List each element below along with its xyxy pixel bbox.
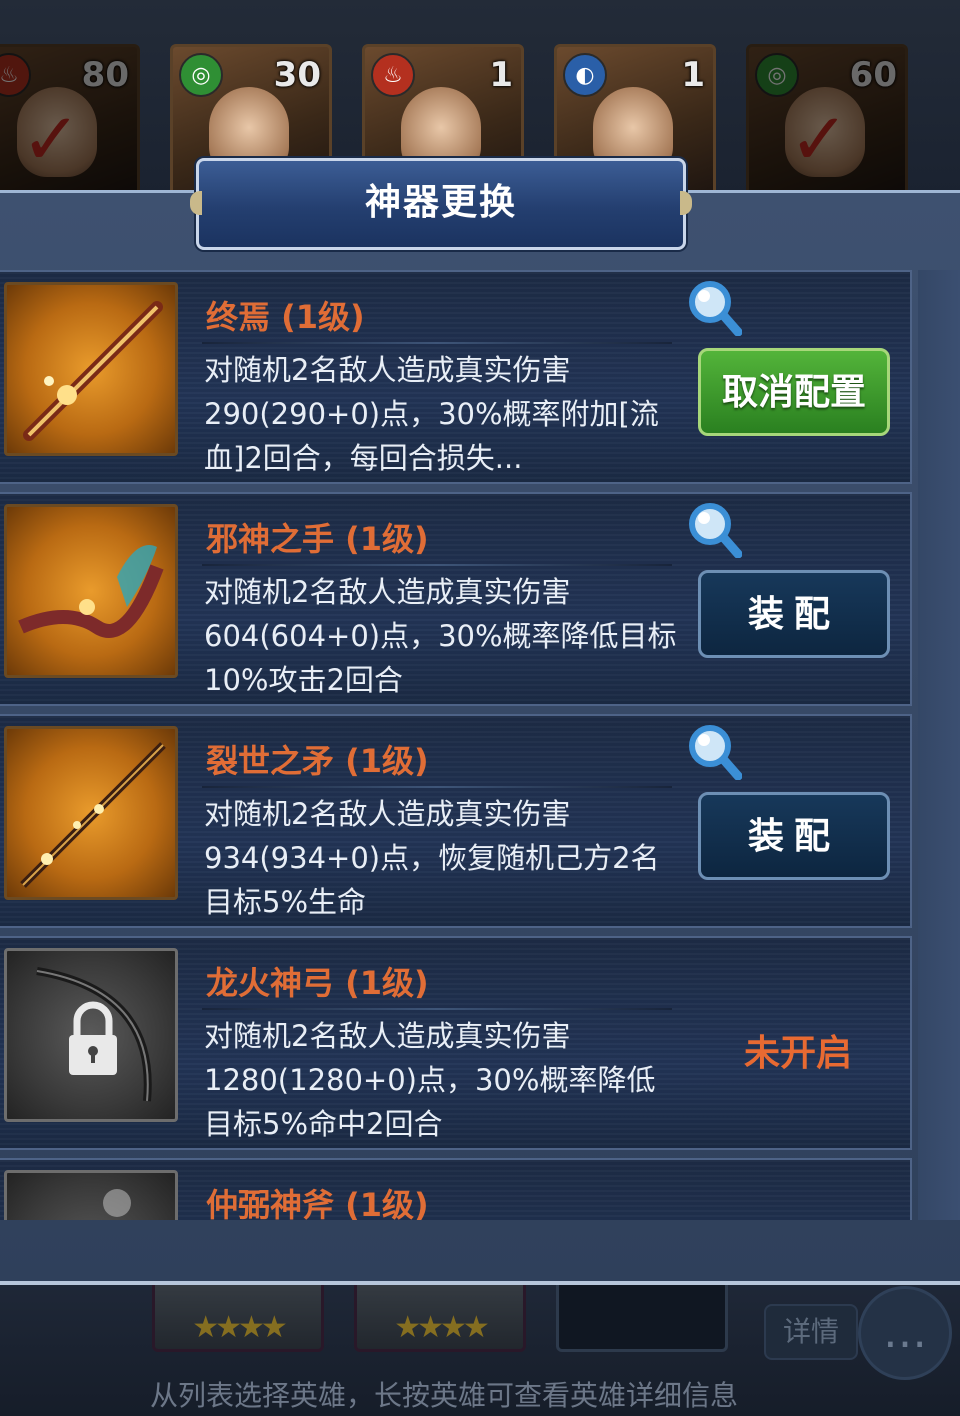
hero-level: 60 xyxy=(849,55,897,95)
divider xyxy=(202,564,672,566)
equip-button[interactable]: 装配 xyxy=(698,570,890,658)
dialog-side-edge xyxy=(918,270,960,1220)
artifact-row[interactable]: 邪神之手 (1级) 对随机2名敌人造成真实伤害604(604+0)点，30%概率降… xyxy=(0,492,912,706)
magnifier-icon[interactable] xyxy=(684,278,742,336)
selected-check-icon: ✓ xyxy=(21,97,82,181)
divider xyxy=(202,786,672,788)
hero-level: 30 xyxy=(273,55,321,95)
bow-icon[interactable] xyxy=(4,948,178,1122)
spear-icon[interactable] xyxy=(4,726,178,900)
artifact-row[interactable]: 裂世之矛 (1级) 对随机2名敌人造成真实伤害934(934+0)点，恢复随机己方… xyxy=(0,714,912,928)
star-rating-icon: ★★★★ xyxy=(394,1310,490,1345)
artifact-list[interactable]: 终焉 (1级) 对随机2名敌人造成真实伤害290(290+0)点，30%概率附加[… xyxy=(0,270,916,1220)
artifact-row[interactable]: 终焉 (1级) 对随机2名敌人造成真实伤害290(290+0)点，30%概率附加[… xyxy=(0,270,912,484)
axe-icon[interactable] xyxy=(4,1170,178,1220)
leaf-icon: ◎ xyxy=(755,53,799,97)
claw-icon[interactable] xyxy=(4,504,178,678)
artifact-name: 裂世之矛 (1级) xyxy=(206,742,429,780)
detail-button[interactable]: 详情 xyxy=(764,1304,858,1360)
hint-text: 从列表选择英雄，长按英雄可查看英雄详细信息 xyxy=(149,1379,738,1412)
flame-icon: ♨ xyxy=(371,53,415,97)
chat-bubble-icon[interactable]: … xyxy=(858,1286,952,1380)
artifact-name: 龙火神弓 (1级) xyxy=(206,964,429,1002)
cancel-config-button[interactable]: 取消配置 xyxy=(698,348,890,436)
artifact-description: 对随机2名敌人造成真实伤害934(934+0)点，恢复随机己方2名目标5%生命 xyxy=(204,797,660,919)
artifact-row[interactable]: 龙火神弓 (1级) 对随机2名敌人造成真实伤害1280(1280+0)点，30%概… xyxy=(0,936,912,1150)
artifact-name: 邪神之手 (1级) xyxy=(206,520,429,558)
flame-icon: ♨ xyxy=(0,53,31,97)
artifact-description: 对随机2名敌人造成真实伤害604(604+0)点，30%概率降低目标10%攻击2… xyxy=(204,575,677,697)
divider xyxy=(202,342,672,344)
artifact-row[interactable]: 仲弼神斧 (1级) xyxy=(0,1158,912,1220)
leaf-icon: ◎ xyxy=(179,53,223,97)
sword-icon[interactable] xyxy=(4,282,178,456)
artifact-name: 终焉 (1级) xyxy=(206,298,365,336)
locked-status: 未开启 xyxy=(744,1033,853,1074)
artifact-description: 对随机2名敌人造成真实伤害1280(1280+0)点，30%概率降低目标5%命中… xyxy=(204,1019,656,1141)
magnifier-icon[interactable] xyxy=(684,500,742,558)
star-rating-icon: ★★★★ xyxy=(192,1310,288,1345)
dialog-title: 神器更换 xyxy=(190,158,692,250)
hero-card[interactable]: ♨ 80 ✓ xyxy=(0,44,140,196)
divider xyxy=(202,1008,672,1010)
water-icon: ◐ xyxy=(563,53,607,97)
hero-card[interactable]: ◎ 60 ✓ xyxy=(746,44,908,196)
equip-button[interactable]: 装配 xyxy=(698,792,890,880)
hero-level: 1 xyxy=(681,55,705,95)
artifact-name: 仲弼神斧 (1级) xyxy=(206,1186,429,1220)
magnifier-icon[interactable] xyxy=(684,722,742,780)
hero-level: 80 xyxy=(81,55,129,95)
hero-level: 1 xyxy=(489,55,513,95)
selected-check-icon: ✓ xyxy=(789,97,850,181)
artifact-description: 对随机2名敌人造成真实伤害290(290+0)点，30%概率附加[流血]2回合，… xyxy=(204,353,659,475)
